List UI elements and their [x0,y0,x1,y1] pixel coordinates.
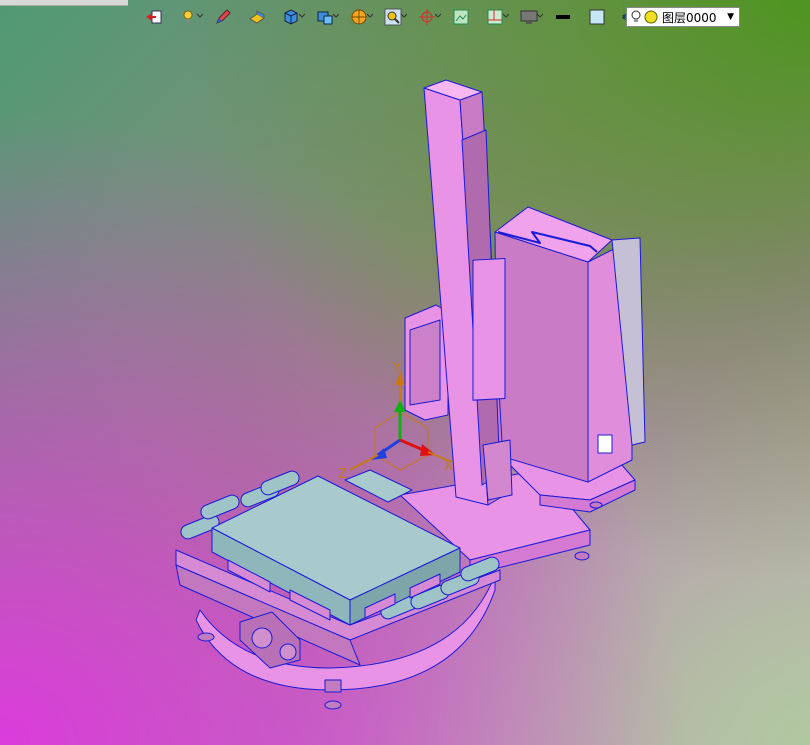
y-axis-label: Y [392,361,401,376]
x-axis-label: X [444,459,453,474]
cad-model[interactable]: Y X Z [0,0,810,745]
3d-viewport[interactable]: 图层0000 ▼ Y X Z [0,0,810,745]
z-axis-label: Z [338,467,347,482]
